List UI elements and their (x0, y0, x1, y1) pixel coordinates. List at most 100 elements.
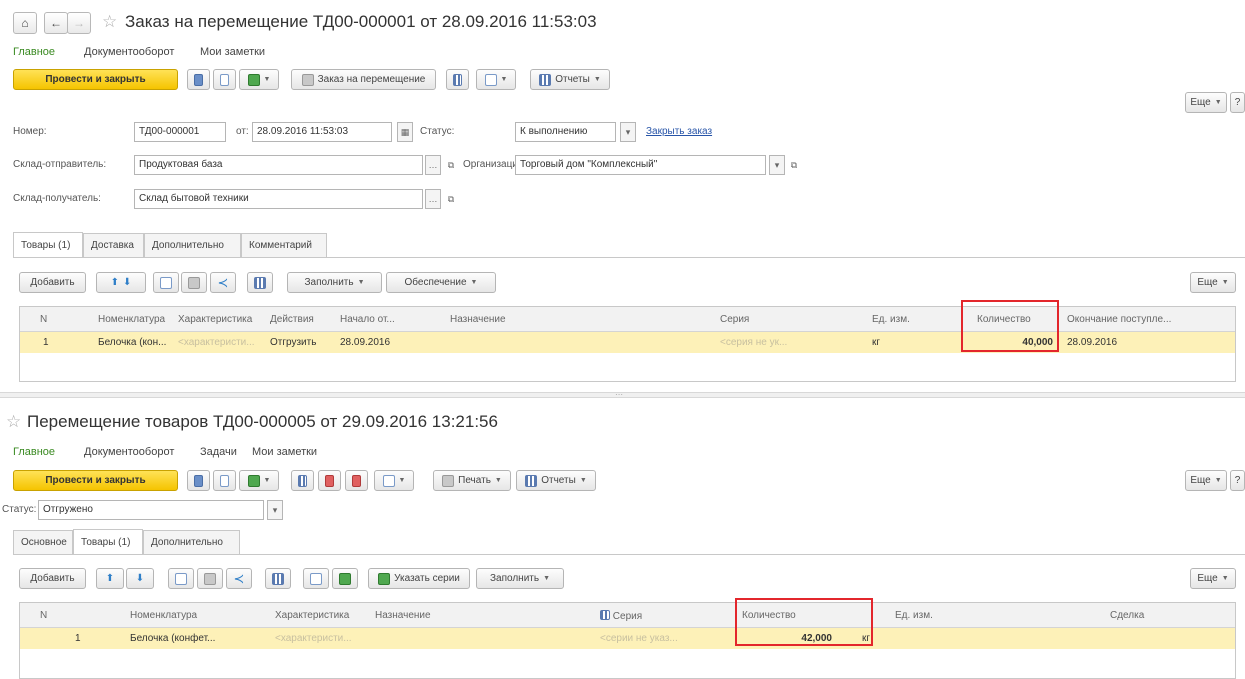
back-button[interactable]: ← (44, 12, 68, 34)
tab-delivery[interactable]: Доставка (83, 233, 144, 257)
column-header[interactable]: Сделка (1110, 610, 1144, 621)
column-header[interactable]: Окончание поступле... (1067, 314, 1171, 325)
sender-select-button[interactable]: … (425, 155, 441, 175)
add-row-button[interactable]: Добавить (19, 568, 86, 589)
post-and-close-button[interactable]: Провести и закрыть (13, 69, 178, 90)
receiver-warehouse-field[interactable]: Склад бытовой техники (134, 189, 423, 209)
calendar-button[interactable]: ▦ (397, 122, 413, 142)
date-field[interactable]: 28.09.2016 11:53:03 (252, 122, 392, 142)
copy-row-button[interactable] (153, 272, 179, 293)
pick-button[interactable] (303, 568, 329, 589)
create-move-order-button[interactable]: Заказ на перемещение (291, 69, 436, 90)
provision-button[interactable]: Обеспечение ▼ (386, 272, 496, 293)
section-document-flow[interactable]: Документооборот (84, 446, 174, 458)
tab-goods[interactable]: Товары (1) (73, 529, 143, 554)
column-header[interactable]: Начало от... (340, 314, 395, 325)
column-header[interactable]: Ед. изм. (872, 314, 910, 325)
print-button[interactable]: Печать ▼ (433, 470, 511, 491)
print-menu-button[interactable]: ▼ (476, 69, 516, 90)
sender-warehouse-field[interactable]: Продуктовая база (134, 155, 423, 175)
table-more-button[interactable]: Еще ▼ (1190, 272, 1236, 293)
column-header[interactable]: Серия (720, 314, 749, 325)
move-up-button[interactable]: ⬆ (96, 568, 124, 589)
favorite-star-icon[interactable]: ☆ (102, 12, 117, 32)
receiver-open-button[interactable]: ⧉ (443, 189, 459, 209)
column-header[interactable]: Действия (270, 314, 314, 325)
column-header[interactable]: N (40, 610, 47, 621)
status-field[interactable]: Отгружено (38, 500, 264, 520)
section-notes[interactable]: Мои заметки (252, 446, 317, 458)
move-down-button[interactable]: ⬇ (126, 568, 154, 589)
registers-button[interactable] (345, 470, 368, 491)
cell-series: <серии не указ... (600, 633, 678, 644)
barcode-button[interactable] (265, 568, 291, 589)
move-up-down-button[interactable]: ⬆ ⬇ (96, 272, 146, 293)
create-based-on-button[interactable]: ▼ (239, 69, 279, 90)
series-icon (378, 572, 391, 585)
post-button[interactable] (213, 470, 236, 491)
section-document-flow[interactable]: Документооборот (84, 46, 174, 58)
column-header[interactable]: Характеристика (178, 314, 252, 325)
reports-button[interactable]: Отчеты ▼ (530, 69, 610, 90)
favorite-star-icon[interactable]: ☆ (6, 412, 21, 432)
reports-button[interactable]: Отчеты ▼ (516, 470, 596, 491)
sender-open-button[interactable]: ⧉ (443, 155, 459, 175)
column-header[interactable]: Назначение (450, 314, 506, 325)
post-and-close-button[interactable]: Провести и закрыть (13, 470, 178, 491)
share-button[interactable]: ≺ (226, 568, 252, 589)
tab-goods[interactable]: Товары (1) (13, 232, 83, 257)
status-dropdown-button[interactable]: ▾ (267, 500, 283, 520)
page-title: Заказ на перемещение ТД00-000001 от 28.0… (125, 12, 597, 31)
save-button[interactable] (187, 69, 210, 90)
table-row[interactable]: 1 Белочка (конфет... <характеристи... <с… (20, 628, 1235, 649)
home-button[interactable]: ⌂ (13, 12, 37, 34)
more-button[interactable]: Еще ▼ (1185, 470, 1227, 491)
barcode-button[interactable] (247, 272, 273, 293)
copy-row-button[interactable] (168, 568, 194, 589)
paste-row-button[interactable] (181, 272, 207, 293)
structure-button[interactable] (446, 69, 469, 90)
forward-button[interactable]: → (67, 12, 91, 34)
column-header[interactable]: Назначение (375, 610, 431, 621)
column-header[interactable]: Номенклатура (130, 610, 197, 621)
status-field[interactable]: К выполнению (515, 122, 616, 142)
organization-field[interactable]: Торговый дом "Комплексный" (515, 155, 766, 175)
set-series-button[interactable]: Указать серии (368, 568, 470, 589)
section-notes[interactable]: Мои заметки (200, 46, 265, 58)
check-button[interactable] (332, 568, 358, 589)
organization-dropdown-button[interactable]: ▾ (769, 155, 785, 175)
more-button[interactable]: Еще ▼ (1185, 92, 1227, 113)
document-post-icon (220, 73, 229, 86)
fill-button[interactable]: Заполнить ▼ (476, 568, 564, 589)
help-button[interactable]: ? (1230, 92, 1245, 113)
fill-button[interactable]: Заполнить ▼ (287, 272, 382, 293)
add-row-button[interactable]: Добавить (19, 272, 86, 293)
column-header[interactable]: N (40, 314, 47, 325)
column-header[interactable]: Ед. изм. (895, 610, 933, 621)
number-field[interactable]: ТД00-000001 (134, 122, 226, 142)
column-header[interactable]: Серия (600, 610, 642, 622)
tab-main[interactable]: Основное (13, 530, 73, 554)
paste-row-button[interactable] (197, 568, 223, 589)
column-header[interactable]: Характеристика (275, 610, 349, 621)
share-button[interactable]: ≺ (210, 272, 236, 293)
tab-additional[interactable]: Дополнительно (144, 233, 241, 257)
section-main[interactable]: Главное (13, 46, 55, 58)
close-order-link[interactable]: Закрыть заказ (646, 126, 712, 137)
receiver-select-button[interactable]: … (425, 189, 441, 209)
section-main[interactable]: Главное (13, 446, 55, 458)
print-forms-button[interactable]: ▼ (374, 470, 414, 491)
status-dropdown-button[interactable]: ▾ (620, 122, 636, 142)
column-header[interactable]: Номенклатура (98, 314, 165, 325)
help-button[interactable]: ? (1230, 470, 1245, 491)
post-button[interactable] (213, 69, 236, 90)
movements-button[interactable] (318, 470, 341, 491)
section-tasks[interactable]: Задачи (200, 446, 237, 458)
create-based-on-button[interactable]: ▼ (239, 470, 279, 491)
table-more-button[interactable]: Еще ▼ (1190, 568, 1236, 589)
structure-button[interactable] (291, 470, 314, 491)
tab-comment[interactable]: Комментарий (241, 233, 327, 257)
save-button[interactable] (187, 470, 210, 491)
tab-additional[interactable]: Дополнительно (143, 530, 240, 554)
organization-open-button[interactable]: ⧉ (786, 155, 802, 175)
